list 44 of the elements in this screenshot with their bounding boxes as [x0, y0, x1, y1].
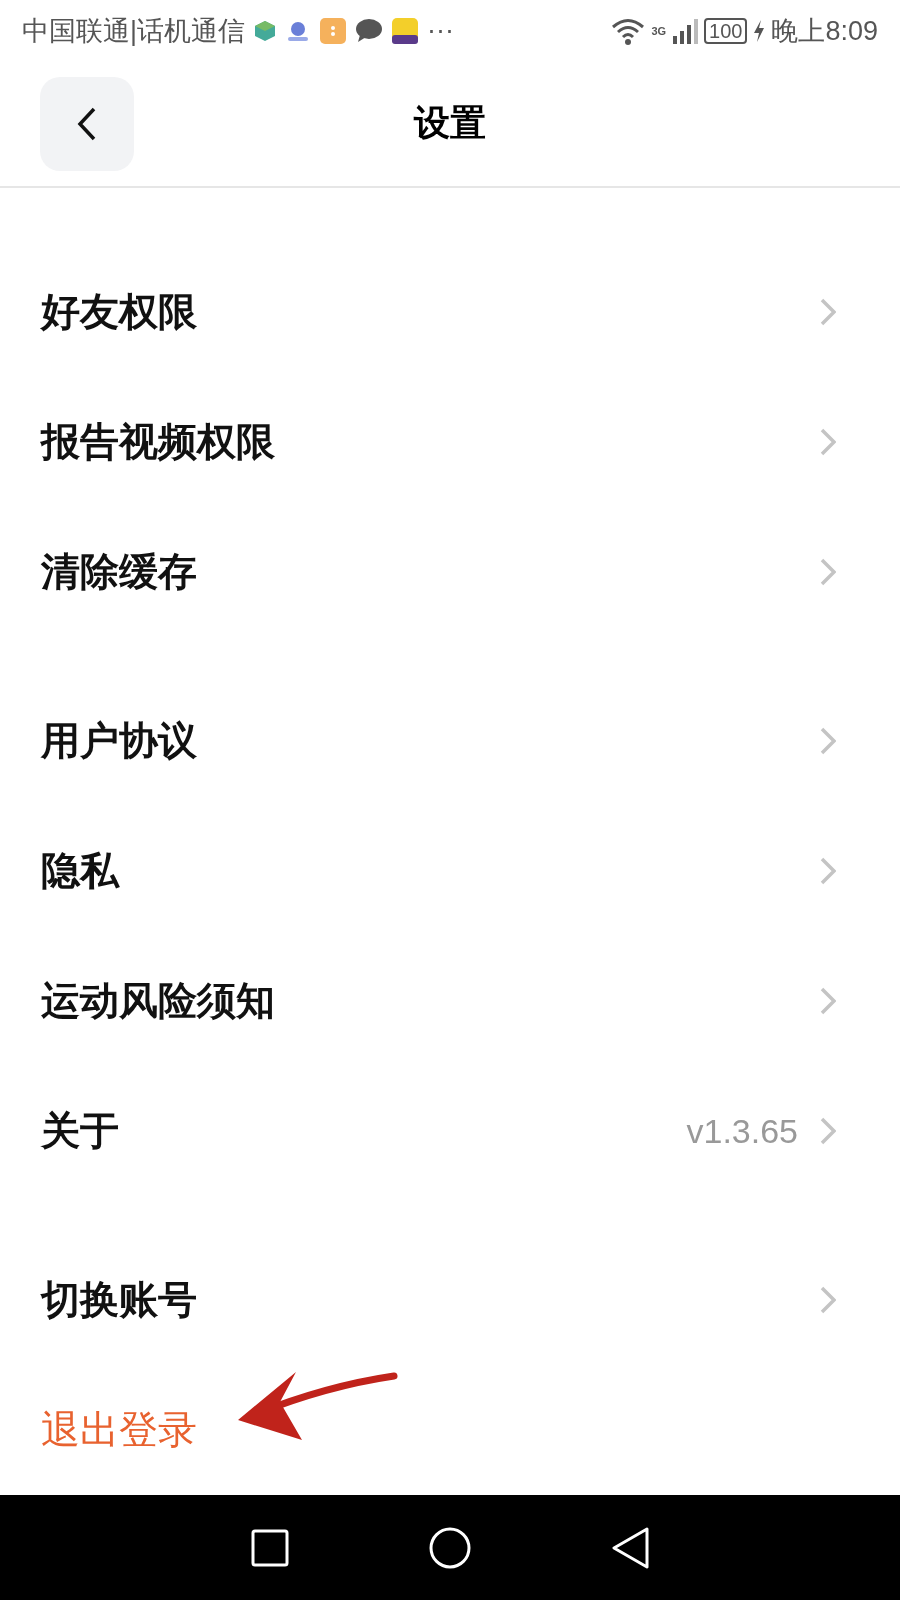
charging-icon [753, 19, 766, 42]
item-label: 切换账号 [41, 1276, 197, 1324]
chevron-right-icon [820, 428, 836, 456]
chevron-right-icon [820, 857, 836, 885]
item-label: 运动风险须知 [41, 977, 275, 1025]
settings-item[interactable]: 用户协议 [0, 676, 900, 806]
settings-item[interactable]: 关于 v1.3.65 [0, 1066, 900, 1196]
settings-item[interactable]: 切换账号 [0, 1235, 900, 1365]
chevron-right-icon [820, 727, 836, 755]
item-label: 隐私 [41, 847, 119, 895]
recent-apps-button[interactable] [251, 1528, 289, 1567]
carrier-name: 中国联通|话机通信 [22, 14, 245, 48]
item-label: 清除缓存 [41, 548, 197, 596]
wifi-icon [611, 16, 646, 45]
signal-icon [672, 17, 699, 44]
chevron-right-icon [820, 987, 836, 1015]
chevron-right-icon [820, 1286, 836, 1314]
battery-level: 100 [704, 17, 748, 44]
chevron-right-icon [820, 558, 836, 586]
item-label: 好友权限 [41, 288, 197, 336]
clock: 晚上8:09 [771, 14, 878, 48]
settings-item[interactable]: 隐私 [0, 806, 900, 936]
settings-item[interactable]: 运动风险须知 [0, 936, 900, 1066]
item-label: 退出登录 [41, 1406, 197, 1454]
settings-item[interactable]: 好友权限 [0, 247, 900, 377]
app-icon [254, 19, 276, 42]
chevron-right-icon [820, 298, 836, 326]
back-button[interactable] [611, 1526, 649, 1569]
app-icon [392, 17, 418, 44]
item-label: 关于 [41, 1107, 119, 1155]
settings-item[interactable]: 报告视频权限 [0, 377, 900, 507]
version-text: v1.3.65 [686, 1111, 798, 1151]
settings-item[interactable]: 清除缓存 [0, 507, 900, 637]
app-icon [285, 19, 311, 42]
item-label: 报告视频权限 [41, 418, 275, 466]
back-icon [77, 106, 97, 141]
network-type: 3G [651, 24, 667, 37]
chat-bubble-icon [355, 18, 383, 43]
item-label: 用户协议 [41, 717, 197, 765]
page-title: 设置 [414, 101, 486, 146]
home-button[interactable] [429, 1526, 471, 1569]
more-notifications: ··· [427, 15, 454, 47]
chevron-right-icon [820, 1117, 836, 1145]
app-icon [320, 17, 346, 44]
